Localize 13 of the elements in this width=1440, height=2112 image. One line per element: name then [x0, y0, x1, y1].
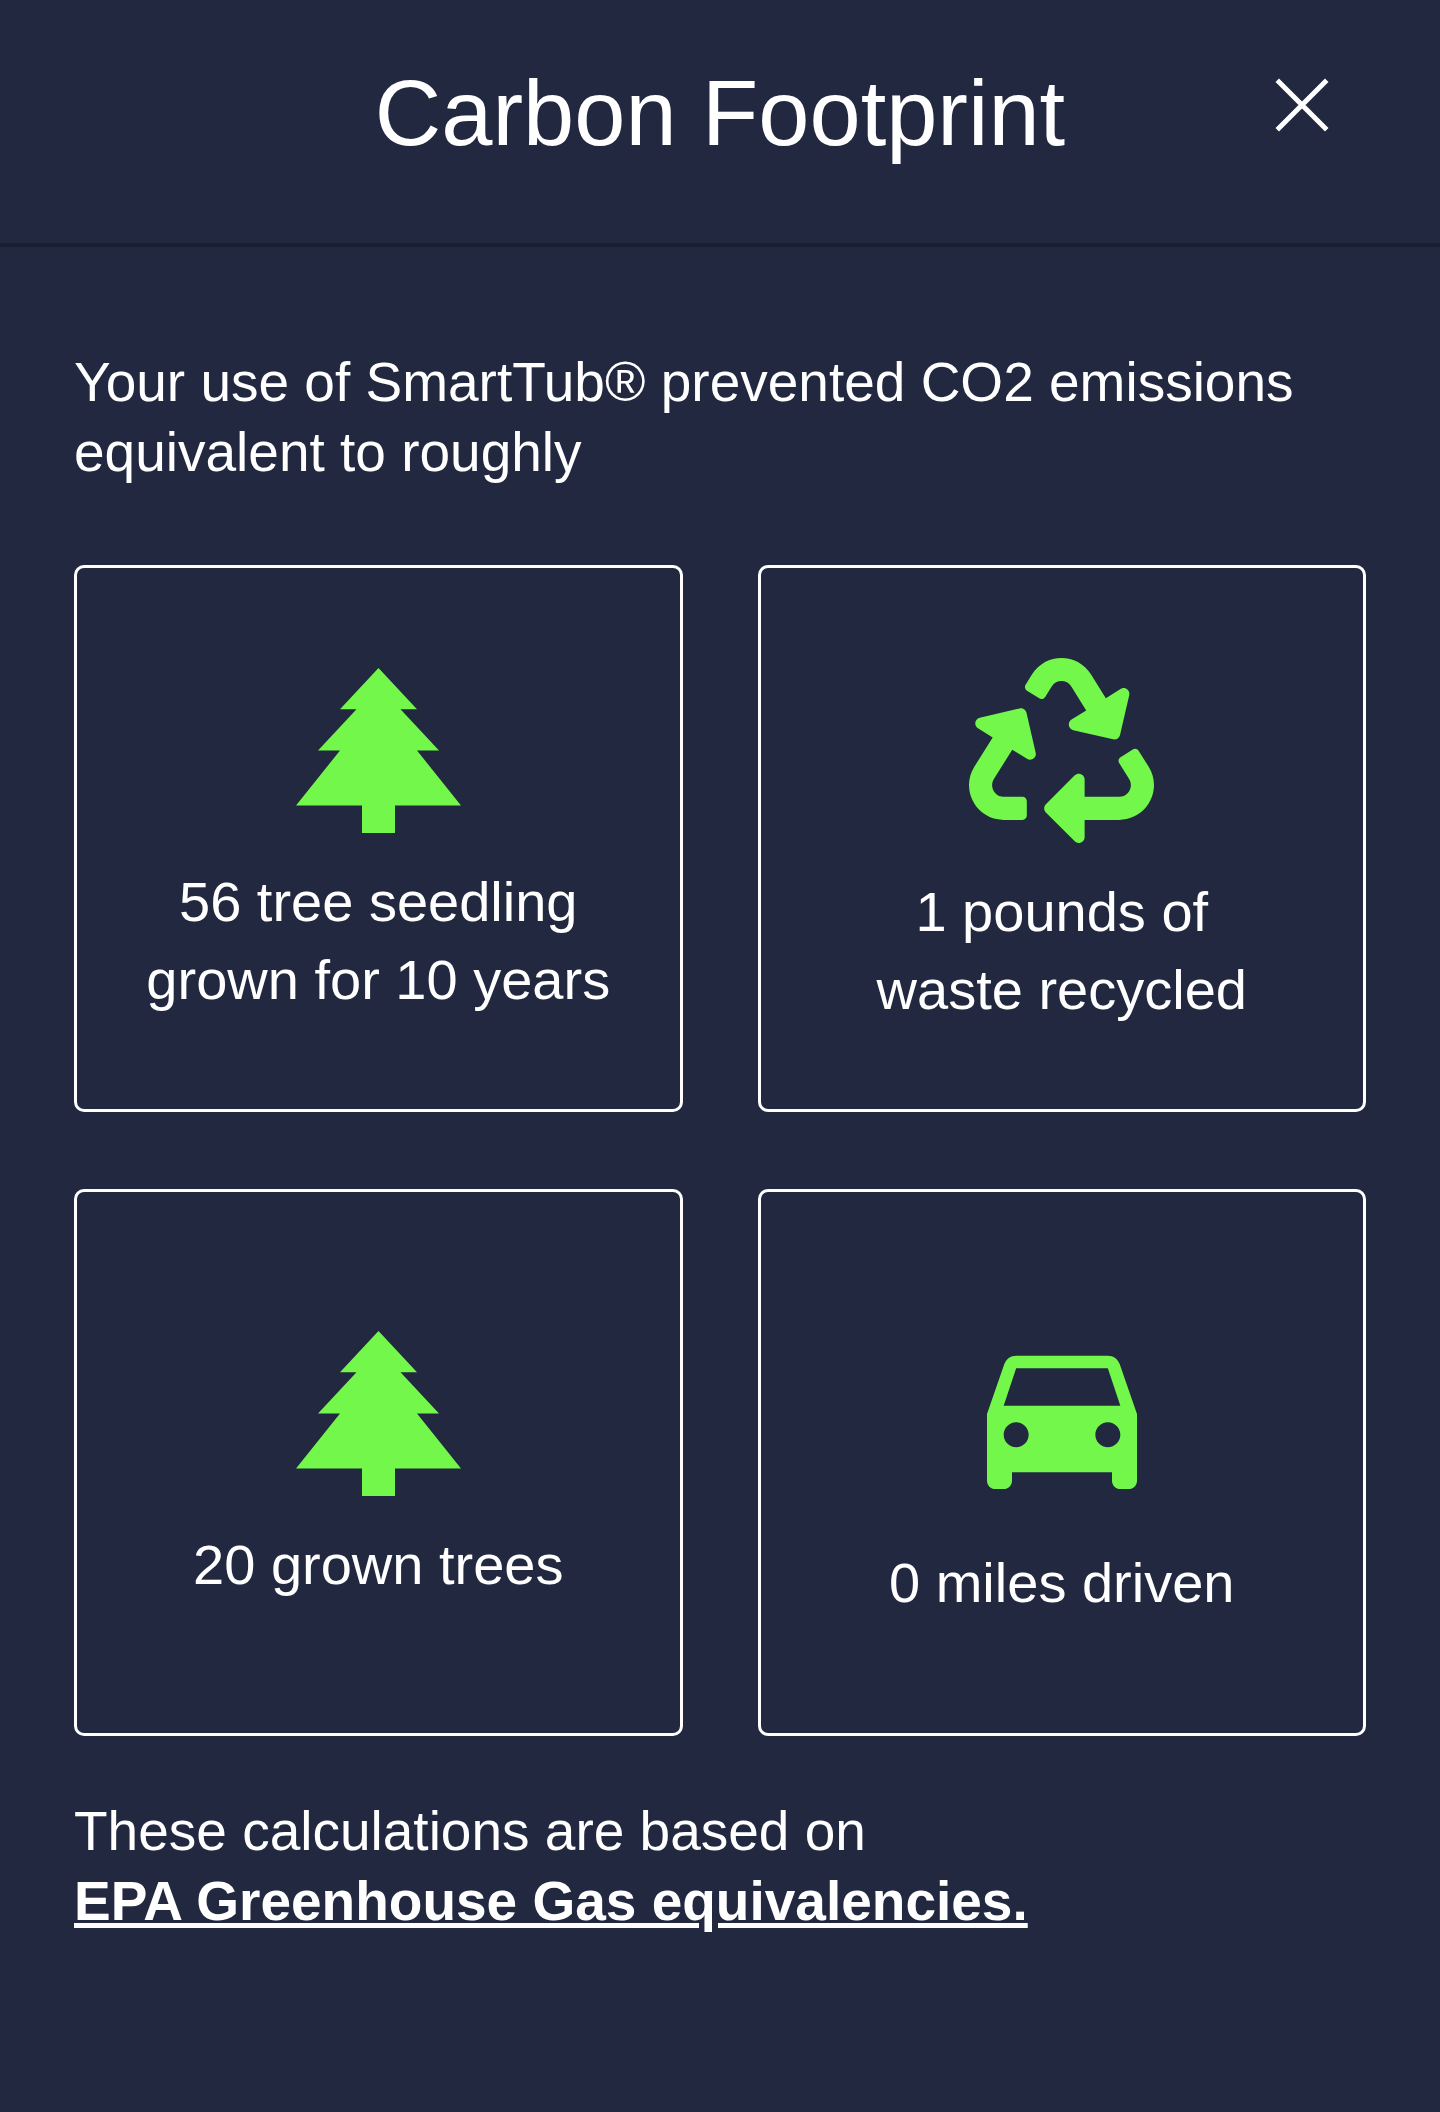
tree-icon	[295, 668, 461, 833]
intro-text: Your use of SmartTub® prevented CO2 emissions equivalent to roughly	[74, 350, 1295, 485]
tree-icon	[295, 1331, 461, 1496]
card-text: 20 grown trees	[193, 1532, 564, 1598]
footer-note: These calculations are based on EPA Greenhouse Gas equivalencies.	[74, 1799, 1029, 1934]
card-text: 1 pounds of	[915, 879, 1209, 945]
epa-link[interactable]: EPA Greenhouse Gas equivalencies.	[74, 1870, 1028, 1932]
dialog-title: Carbon Footprint	[374, 60, 1066, 166]
card-text: grown for 10 years	[146, 947, 611, 1013]
card-text: 0 miles driven	[889, 1549, 1235, 1616]
recycle-icon	[969, 658, 1155, 843]
card-text: waste recycled	[876, 957, 1247, 1023]
card-text: 56 tree seedling	[179, 869, 578, 935]
